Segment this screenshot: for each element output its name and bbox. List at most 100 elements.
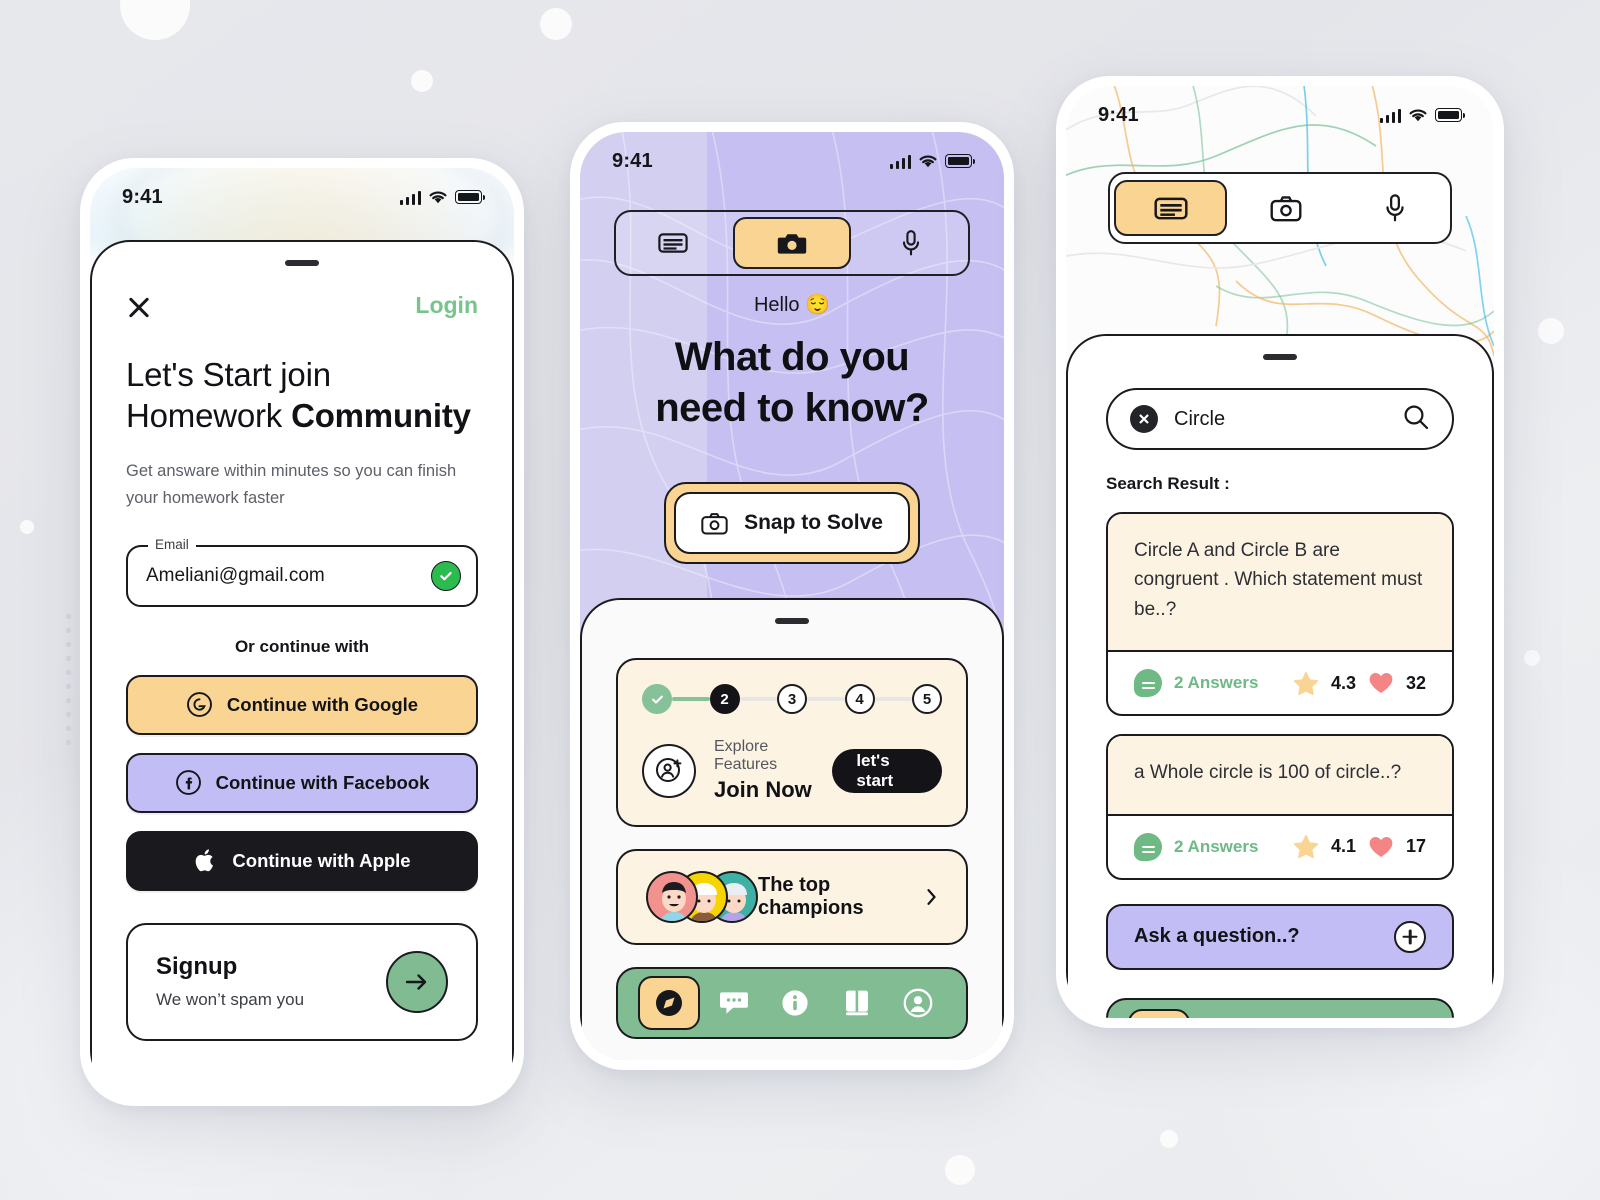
- home-headline: What do you need to know?: [580, 332, 1004, 434]
- status-icons: [1379, 108, 1466, 123]
- chevron-right-icon: [927, 889, 936, 905]
- chat-icon: [719, 992, 748, 1014]
- step-1-done[interactable]: [642, 684, 672, 714]
- sheet-grabber[interactable]: [1263, 354, 1297, 360]
- facebook-icon: [175, 770, 201, 796]
- snap-to-solve-button[interactable]: Snap to Solve: [674, 492, 910, 554]
- mode-keyboard-button[interactable]: [616, 212, 729, 274]
- google-icon: [186, 692, 212, 718]
- continue-with-facebook-button[interactable]: Continue with Facebook: [126, 752, 478, 813]
- top-champions-card[interactable]: The top champions: [616, 849, 968, 945]
- sheet-grabber[interactable]: [285, 260, 319, 266]
- bottom-navigation-bar: [616, 967, 968, 1039]
- nav-item-book[interactable]: [1317, 1000, 1372, 1018]
- status-bar: 9:41: [580, 132, 1004, 190]
- signal-bars-icon: [399, 190, 421, 205]
- title-line-2-bold: Community: [291, 396, 471, 434]
- microphone-icon: [1386, 194, 1404, 222]
- lets-start-button[interactable]: let's start: [832, 748, 942, 793]
- bottom-navigation-bar: [1106, 997, 1454, 1018]
- status-icons: [889, 154, 976, 169]
- mode-camera-button[interactable]: [733, 217, 851, 269]
- result-metrics: 4.1 17: [1293, 834, 1426, 859]
- champion-avatars: [646, 871, 758, 923]
- signup-card[interactable]: Signup We won’t spam you: [126, 922, 478, 1041]
- arrow-right-icon: [405, 974, 427, 990]
- onboarding-stepper-card: 2 3 4 5 Explore Features Join Now let's …: [616, 658, 968, 827]
- mode-camera-button[interactable]: [1231, 174, 1340, 242]
- top-champions-label: The top champions: [758, 874, 864, 919]
- nav-item-profile[interactable]: [891, 969, 947, 1037]
- mode-microphone-button[interactable]: [855, 212, 968, 274]
- heart-icon: [1369, 836, 1393, 857]
- join-now-text: Explore Features Join Now: [714, 738, 814, 803]
- search-bar[interactable]: Circle: [1106, 388, 1454, 450]
- result-card[interactable]: a Whole circle is 100 of circle..? 2 Ans…: [1106, 734, 1454, 880]
- title-line-2-regular: Homework: [126, 396, 292, 434]
- step-4[interactable]: 4: [844, 684, 875, 714]
- ask-question-button[interactable]: Ask a question..?: [1106, 903, 1454, 970]
- chat-bubble-icon: [1134, 669, 1162, 698]
- status-time: 9:41: [612, 149, 653, 172]
- signup-submit-button[interactable]: [386, 950, 448, 1013]
- email-field[interactable]: Email Ameliani@gmail.com: [126, 536, 478, 607]
- page-subtitle: Get answare within minutes so you can fi…: [126, 462, 457, 507]
- nav-item-profile[interactable]: [1378, 1000, 1433, 1018]
- email-field-label: Email: [148, 536, 196, 552]
- background-bubble: [20, 520, 34, 534]
- input-mode-switcher: [614, 210, 970, 276]
- home-sheet: 2 3 4 5 Explore Features Join Now let's …: [580, 598, 1004, 1060]
- background-bubble: [120, 0, 190, 40]
- nav-item-compass[interactable]: [638, 976, 700, 1030]
- snap-to-solve-wrapper: Snap to Solve: [664, 482, 920, 564]
- wifi-icon: [1409, 108, 1427, 121]
- result-answers[interactable]: 2 Answers: [1134, 669, 1259, 698]
- result-answers[interactable]: 2 Answers: [1134, 832, 1258, 861]
- search-input[interactable]: Circle: [1174, 408, 1225, 431]
- step-connector: [874, 697, 912, 701]
- continue-with-apple-button[interactable]: Continue with Apple: [126, 830, 478, 891]
- nav-item-info[interactable]: [768, 969, 824, 1037]
- nav-item-chat[interactable]: [1196, 1000, 1251, 1018]
- status-time: 9:41: [1098, 103, 1139, 126]
- status-bar: 9:41: [1066, 86, 1494, 144]
- result-answers-label: 2 Answers: [1174, 673, 1259, 693]
- status-icons: [399, 190, 486, 205]
- search-icon[interactable]: [1402, 403, 1430, 436]
- page-title: Let's Start join Homework Community: [126, 355, 478, 436]
- camera-icon: [701, 512, 728, 534]
- camera-icon: [777, 233, 807, 254]
- apple-icon: [196, 849, 214, 872]
- clear-circle-icon[interactable]: [1130, 405, 1158, 433]
- step-3[interactable]: 3: [777, 684, 807, 714]
- close-icon[interactable]: [126, 293, 152, 319]
- title-line-1: Let's Start join: [126, 356, 331, 393]
- mode-microphone-button[interactable]: [1341, 174, 1450, 242]
- email-input[interactable]: Ameliani@gmail.com: [146, 565, 325, 587]
- step-5[interactable]: 5: [912, 684, 942, 714]
- plus-icon[interactable]: [1394, 920, 1426, 953]
- nav-item-compass[interactable]: [1128, 1008, 1190, 1018]
- background-bubble: [1538, 318, 1564, 344]
- nav-item-book[interactable]: [829, 969, 885, 1037]
- login-link[interactable]: Login: [415, 292, 478, 319]
- keyboard-icon: [1154, 197, 1188, 219]
- progress-stepper: 2 3 4 5: [642, 684, 942, 714]
- check-circle-icon: [431, 560, 461, 591]
- mode-keyboard-button[interactable]: [1114, 180, 1228, 236]
- search-result-label: Search Result :: [1106, 474, 1230, 493]
- top-champions-text: The top champions: [758, 874, 938, 920]
- nav-item-chat[interactable]: [706, 969, 762, 1037]
- continue-with-apple-label: Continue with Apple: [232, 849, 411, 871]
- nav-item-info[interactable]: [1257, 1000, 1312, 1018]
- phone-signup-screen: 9:41 Login Let's Start join Homework Com…: [80, 158, 524, 1106]
- step-2[interactable]: 2: [709, 684, 740, 714]
- continue-with-google-button[interactable]: Continue with Google: [126, 674, 478, 735]
- result-rating: 4.1: [1330, 836, 1356, 857]
- status-bar: 9:41: [90, 168, 514, 226]
- profile-icon: [903, 988, 933, 1018]
- sheet-grabber[interactable]: [775, 618, 809, 624]
- result-card[interactable]: Circle A and Circle B are congruent . Wh…: [1106, 512, 1454, 717]
- divider-text: Or continue with: [234, 636, 370, 656]
- signup-card-text: Signup We won’t spam you: [156, 953, 304, 1010]
